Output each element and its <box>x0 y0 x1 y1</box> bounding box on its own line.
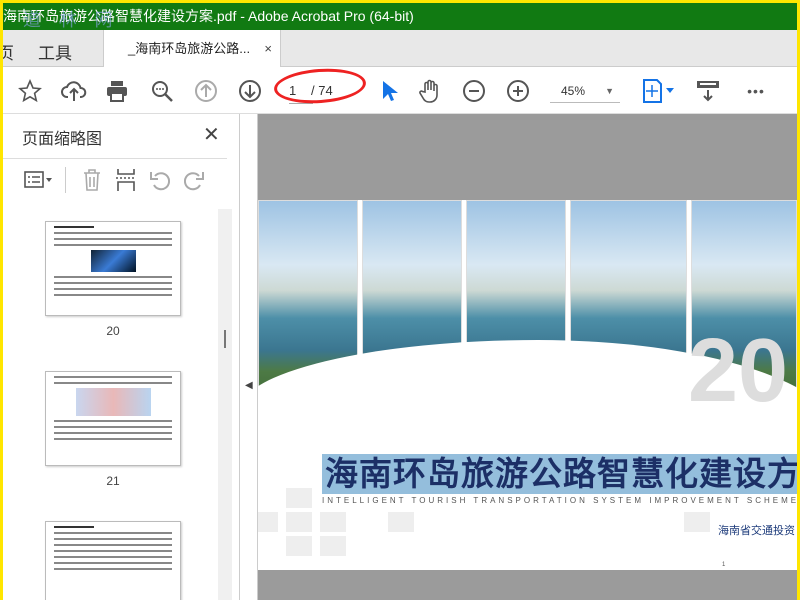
thumbnail-scrollbar[interactable] <box>218 209 232 600</box>
close-tab-icon[interactable]: × <box>264 30 272 68</box>
pdf-page: 20 海南环岛旅游公路智慧化建设方 INTELLIGENT TOURISH TR… <box>258 200 797 570</box>
panel-title: 页面缩略图 <box>22 131 103 148</box>
page-thumbnail[interactable] <box>45 521 181 600</box>
print-icon[interactable] <box>104 78 130 104</box>
document-view[interactable]: 20 海南环岛旅游公路智慧化建设方 INTELLIGENT TOURISH TR… <box>258 114 797 600</box>
select-cursor-icon[interactable] <box>375 78 401 104</box>
page-thumbnails-panel: 页面缩略图 ✕ 20 21 22 <box>3 114 240 600</box>
scrollbar-grip[interactable] <box>224 330 226 348</box>
bookmark-star-icon[interactable] <box>17 78 43 104</box>
collapse-left-icon: ◀ <box>245 380 253 391</box>
previous-page-icon[interactable] <box>193 78 219 104</box>
page-footer-number: 1 <box>722 562 726 568</box>
close-panel-icon[interactable]: ✕ <box>203 122 220 147</box>
zoom-level-value: 45% <box>561 84 586 98</box>
tab-document[interactable]: _海南环岛旅游公路... × <box>103 30 281 67</box>
fit-page-icon[interactable] <box>641 78 677 104</box>
scroll-mode-icon[interactable] <box>695 78 721 104</box>
acrobat-window: 海南环岛旅游公路智慧化建设方案.pdf - Adobe Acrobat Pro … <box>3 3 797 600</box>
rotate-left-icon[interactable] <box>147 167 173 193</box>
search-icon[interactable] <box>149 78 175 104</box>
more-options-icon[interactable]: ••• <box>743 78 769 104</box>
tab-home[interactable]: 页 <box>3 39 14 64</box>
document-organization: 海南省交通投资 <box>718 525 795 537</box>
page-thumbnail[interactable] <box>45 371 181 466</box>
thumbnail-list: 20 21 22 <box>3 209 217 600</box>
tab-bar: 页 工具 _海南环岛旅游公路... × <box>3 30 797 67</box>
zoom-in-icon[interactable] <box>505 78 531 104</box>
collapse-panel-handle[interactable]: ◀ <box>240 114 258 600</box>
zoom-level-dropdown[interactable]: 45% ▼ <box>550 79 620 103</box>
upload-cloud-icon[interactable] <box>61 78 87 104</box>
title-bar: 海南环岛旅游公路智慧化建设方案.pdf - Adobe Acrobat Pro … <box>3 3 797 31</box>
zoom-out-icon[interactable] <box>461 78 487 104</box>
document-cover-title: 海南环岛旅游公路智慧化建设方 <box>322 454 797 494</box>
tab-tools[interactable]: 工具 <box>38 39 72 64</box>
thumbnail-page-number: 21 <box>106 474 120 488</box>
document-cover-subtitle: INTELLIGENT TOURISH TRANSPORTATION SYSTE… <box>322 496 797 505</box>
toolbar: 1 / 74 45% ▼ ••• <box>3 65 797 114</box>
divider <box>65 167 66 193</box>
page-thumbnail[interactable] <box>45 221 181 316</box>
chevron-down-icon: ▼ <box>605 86 614 96</box>
hand-tool-icon[interactable] <box>417 78 443 104</box>
delete-page-icon[interactable] <box>79 167 105 193</box>
thumbnail-page-number: 20 <box>106 324 120 338</box>
options-menu-icon[interactable] <box>21 167 57 193</box>
insert-page-icon[interactable] <box>113 167 139 193</box>
next-page-icon[interactable] <box>237 78 263 104</box>
rotate-right-icon[interactable] <box>181 167 207 193</box>
cover-year-text: 20 <box>688 321 789 421</box>
tab-document-label: _海南环岛旅游公路... <box>128 41 251 56</box>
red-highlight-ellipse <box>272 65 368 107</box>
thumbnail-toolbar <box>3 158 227 198</box>
